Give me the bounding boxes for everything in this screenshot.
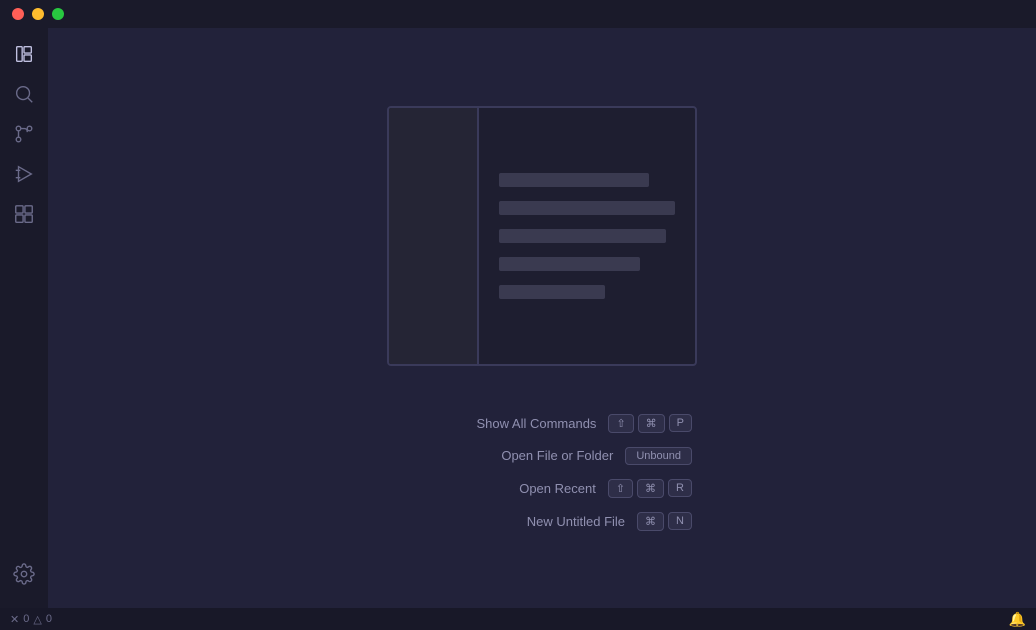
kbd-n: N [668,512,692,530]
logo-bar-1 [499,173,649,187]
open-recent-keys: ⇧ ⌘ R [608,479,692,498]
logo-bar-5 [499,285,605,299]
maximize-button[interactable] [52,8,64,20]
status-bar-right: 🔔 [1009,611,1026,628]
warning-icon: △ [33,613,41,626]
logo-illustration-container [387,106,697,366]
kbd-shift-2: ⇧ [608,479,633,498]
status-bar: ✕ 0 △ 0 🔔 [0,608,1036,630]
logo-right-panel [479,108,695,364]
warning-count: 0 [46,613,52,625]
shortcut-show-all-commands[interactable]: Show All Commands ⇧ ⌘ P [392,414,692,433]
notification-bell-icon[interactable]: 🔔 [1009,611,1026,628]
content-area: Show All Commands ⇧ ⌘ P Open File or Fol… [48,28,1036,608]
open-recent-label: Open Recent [392,481,596,496]
show-all-commands-keys: ⇧ ⌘ P [608,414,692,433]
sidebar-item-explorer[interactable] [6,36,42,72]
titlebar [0,0,1036,28]
shortcut-open-file[interactable]: Open File or Folder Unbound [392,447,692,465]
kbd-r: R [668,479,692,497]
new-untitled-file-label: New Untitled File [392,514,625,529]
activity-bar-bottom [6,556,42,600]
show-all-commands-label: Show All Commands [392,416,596,431]
logo-bar-4 [499,257,640,271]
new-file-keys: ⌘ N [637,512,692,531]
logo-bar-3 [499,229,666,243]
activity-bar [0,28,48,608]
sidebar-item-settings[interactable] [6,556,42,592]
kbd-cmd-1: ⌘ [638,414,665,433]
logo-bar-2 [499,201,675,215]
logo-illustration [387,106,697,366]
shortcut-new-file[interactable]: New Untitled File ⌘ N [392,512,692,531]
kbd-cmd-3: ⌘ [637,512,664,531]
sidebar-item-run-debug[interactable] [6,156,42,192]
error-count: 0 [23,613,29,625]
sidebar-item-source-control[interactable] [6,116,42,152]
kbd-cmd-2: ⌘ [637,479,664,498]
close-button[interactable] [12,8,24,20]
error-icon: ✕ [10,613,19,626]
shortcut-open-recent[interactable]: Open Recent ⇧ ⌘ R [392,479,692,498]
logo-left-panel [389,108,479,364]
status-errors[interactable]: ✕ 0 △ 0 [10,613,52,626]
open-file-keys: Unbound [625,447,692,465]
sidebar-item-search[interactable] [6,76,42,112]
main-layout: Show All Commands ⇧ ⌘ P Open File or Fol… [0,28,1036,608]
shortcuts-section: Show All Commands ⇧ ⌘ P Open File or Fol… [392,414,692,531]
kbd-shift-1: ⇧ [608,414,633,433]
sidebar-item-extensions[interactable] [6,196,42,232]
kbd-unbound: Unbound [625,447,692,465]
open-file-label: Open File or Folder [392,448,613,463]
activity-bar-top [6,36,42,552]
status-bar-left: ✕ 0 △ 0 [10,613,52,626]
kbd-p: P [669,414,692,432]
welcome-screen: Show All Commands ⇧ ⌘ P Open File or Fol… [48,28,1036,608]
minimize-button[interactable] [32,8,44,20]
